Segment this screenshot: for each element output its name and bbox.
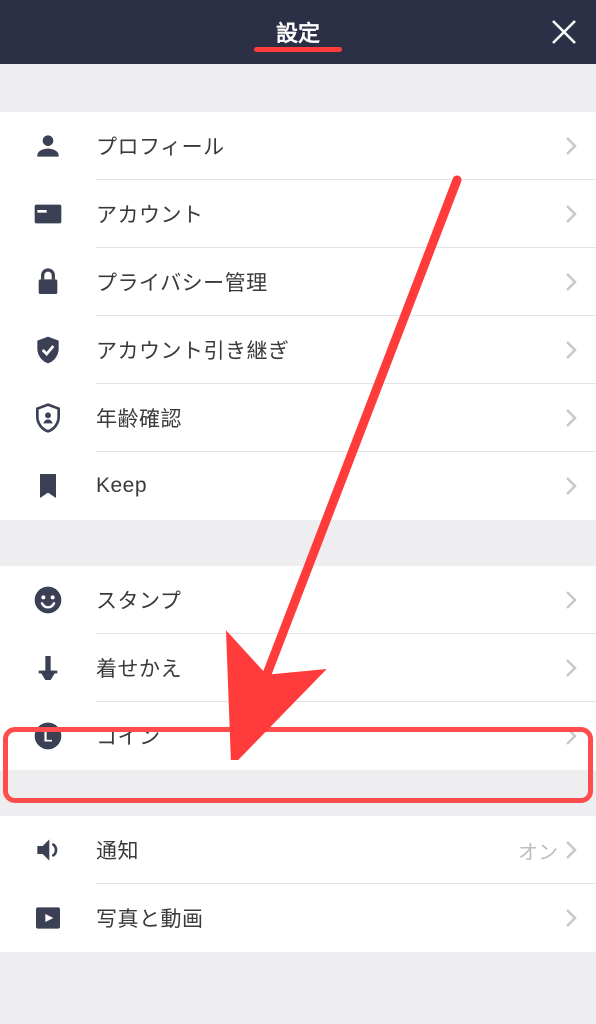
row-photos-videos[interactable]: 写真と動画: [0, 884, 596, 952]
title-underline-annotation: [254, 47, 342, 52]
svg-text:L: L: [44, 729, 53, 745]
play-square-icon: [32, 902, 64, 934]
row-stickers[interactable]: スタンプ: [0, 566, 596, 634]
chevron-right-icon: [564, 135, 578, 157]
chevron-right-icon: [564, 271, 578, 293]
chevron-right-icon: [564, 839, 578, 861]
settings-section-1: プロフィール アカウント プライバシー管理 アカウント引き継ぎ 年齢確認: [0, 112, 596, 520]
row-coins[interactable]: L コイン: [0, 702, 596, 770]
person-icon: [32, 130, 64, 162]
row-label: スタンプ: [96, 585, 564, 615]
settings-section-2: スタンプ 着せかえ L コイン: [0, 566, 596, 770]
section-gap: [0, 520, 596, 566]
close-icon: [548, 16, 580, 48]
coin-icon: L: [32, 720, 64, 752]
row-label: 着せかえ: [96, 653, 564, 683]
chevron-right-icon: [564, 339, 578, 361]
lock-icon: [32, 266, 64, 298]
row-notifications[interactable]: 通知 オン: [0, 816, 596, 884]
speaker-icon: [32, 834, 64, 866]
row-label: 年齢確認: [96, 403, 564, 433]
row-label: プロフィール: [96, 131, 564, 161]
row-label: プライバシー管理: [96, 267, 564, 297]
row-age-verification[interactable]: 年齢確認: [0, 384, 596, 452]
chevron-right-icon: [564, 907, 578, 929]
shield-check-icon: [32, 334, 64, 366]
header: 設定: [0, 0, 596, 64]
chevron-right-icon: [564, 407, 578, 429]
row-label: 写真と動画: [96, 903, 564, 933]
row-account-transfer[interactable]: アカウント引き継ぎ: [0, 316, 596, 384]
row-privacy[interactable]: プライバシー管理: [0, 248, 596, 316]
close-button[interactable]: [548, 16, 580, 48]
row-themes[interactable]: 着せかえ: [0, 634, 596, 702]
row-account[interactable]: アカウント: [0, 180, 596, 248]
section-gap: [0, 770, 596, 816]
row-label: アカウント引き継ぎ: [96, 335, 564, 365]
row-keep[interactable]: Keep: [0, 452, 596, 520]
row-label: コイン: [96, 721, 564, 751]
chevron-right-icon: [564, 725, 578, 747]
card-icon: [32, 198, 64, 230]
chevron-right-icon: [564, 589, 578, 611]
row-label: アカウント: [96, 199, 564, 229]
bookmark-icon: [32, 470, 64, 502]
settings-section-3: 通知 オン 写真と動画: [0, 816, 596, 952]
page-title: 設定: [276, 16, 320, 48]
row-value: オン: [518, 836, 558, 865]
row-label: 通知: [96, 835, 518, 865]
row-profile[interactable]: プロフィール: [0, 112, 596, 180]
shield-person-icon: [32, 402, 64, 434]
section-gap: [0, 64, 596, 112]
row-label: Keep: [96, 474, 564, 498]
smiley-icon: [32, 584, 64, 616]
chevron-right-icon: [564, 657, 578, 679]
brush-icon: [32, 652, 64, 684]
chevron-right-icon: [564, 203, 578, 225]
chevron-right-icon: [564, 475, 578, 497]
